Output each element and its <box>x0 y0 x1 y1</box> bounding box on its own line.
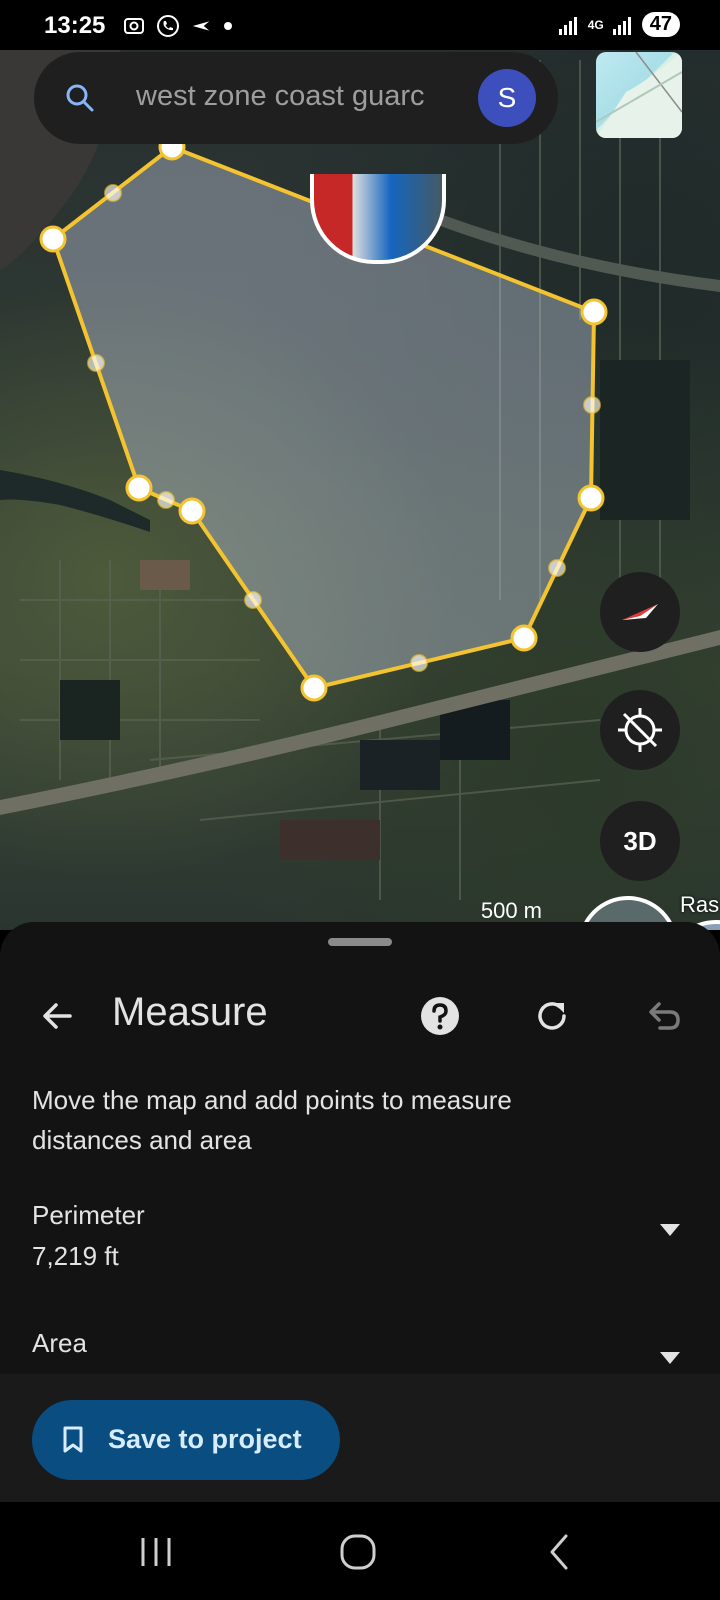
polygon-midpoint <box>87 354 105 372</box>
field-patch <box>600 360 690 520</box>
recents-icon[interactable] <box>126 1524 186 1580</box>
field-patch <box>280 820 380 860</box>
satellite-map[interactable]: 500 m Ras <box>0 50 720 930</box>
undo-icon[interactable] <box>642 994 686 1038</box>
location-off-icon <box>618 708 662 752</box>
perimeter-value: 7,219 ft <box>32 1241 119 1271</box>
perimeter-label: Perimeter <box>32 1200 145 1230</box>
polygon-vertex <box>125 474 153 502</box>
polygon-vertex <box>39 225 67 253</box>
system-nav-bar <box>0 1502 720 1600</box>
help-icon[interactable] <box>418 994 462 1038</box>
back-arrow-icon[interactable] <box>36 994 80 1038</box>
polygon-vertex <box>577 484 605 512</box>
polygon-vertex <box>178 497 206 525</box>
network-label: 4G <box>587 17 604 32</box>
chevron-down-icon[interactable] <box>658 1348 682 1368</box>
measure-header: Measure <box>0 982 720 1052</box>
search-icon[interactable] <box>64 82 96 114</box>
drag-handle[interactable] <box>328 938 392 946</box>
save-to-project-button[interactable]: Save to project <box>32 1400 340 1480</box>
my-location-button[interactable] <box>600 690 680 770</box>
battery-indicator: 47 <box>641 12 680 37</box>
compass-icon <box>622 604 658 620</box>
signal-icon <box>612 16 631 35</box>
field-patch <box>140 560 190 590</box>
3d-toggle-button[interactable]: 3D <box>600 801 680 881</box>
notification-icons <box>122 14 234 38</box>
signal-icon <box>558 16 577 35</box>
home-icon[interactable] <box>328 1524 388 1580</box>
sheet-footer: Save to project <box>0 1374 720 1502</box>
polygon-vertex <box>510 624 538 652</box>
area-label: Area <box>32 1328 87 1358</box>
save-button-label: Save to project <box>108 1424 302 1454</box>
flight-icon <box>192 21 210 31</box>
page-title: Measure <box>112 990 268 1034</box>
map-layer-icon <box>596 52 682 138</box>
bookmark-icon <box>63 1426 83 1453</box>
polygon-midpoint <box>583 396 601 414</box>
avatar[interactable]: S <box>478 69 536 127</box>
instruction-text: Move the map and add points to measure d… <box>32 1085 512 1155</box>
field-patch <box>360 740 440 790</box>
system-icons: 4G 47 <box>558 12 680 37</box>
perimeter-section[interactable]: Perimeter 7,219 ft <box>32 1200 682 1272</box>
polygon-vertex <box>580 298 608 326</box>
status-time: 13:25 <box>44 12 106 39</box>
polygon-midpoint <box>104 184 122 202</box>
map-layer-thumbnail[interactable] <box>596 52 682 138</box>
compass-button[interactable] <box>600 572 680 652</box>
camera-icon <box>124 18 144 34</box>
polygon-vertex <box>300 674 328 702</box>
polygon-midpoint <box>157 491 175 509</box>
river-branch <box>0 470 150 532</box>
refresh-icon[interactable] <box>530 994 574 1038</box>
phone-icon <box>157 15 179 37</box>
polygon-midpoint <box>244 591 262 609</box>
search-input[interactable]: west zone coast guarc <box>136 80 496 113</box>
chevron-down-icon[interactable] <box>658 1220 682 1240</box>
polygon-midpoint <box>548 559 566 577</box>
scale-label: 500 m <box>480 898 542 923</box>
poi-label: Ras <box>680 892 720 917</box>
field-patch <box>60 680 120 740</box>
area-section[interactable]: Area <box>32 1328 682 1364</box>
search-bar[interactable]: west zone coast guarc S <box>34 52 558 144</box>
status-bar: 13:25 4G 47 <box>0 0 720 50</box>
polygon-midpoint <box>410 654 428 672</box>
nav-back-icon[interactable] <box>530 1524 590 1580</box>
dot-icon <box>224 22 232 30</box>
